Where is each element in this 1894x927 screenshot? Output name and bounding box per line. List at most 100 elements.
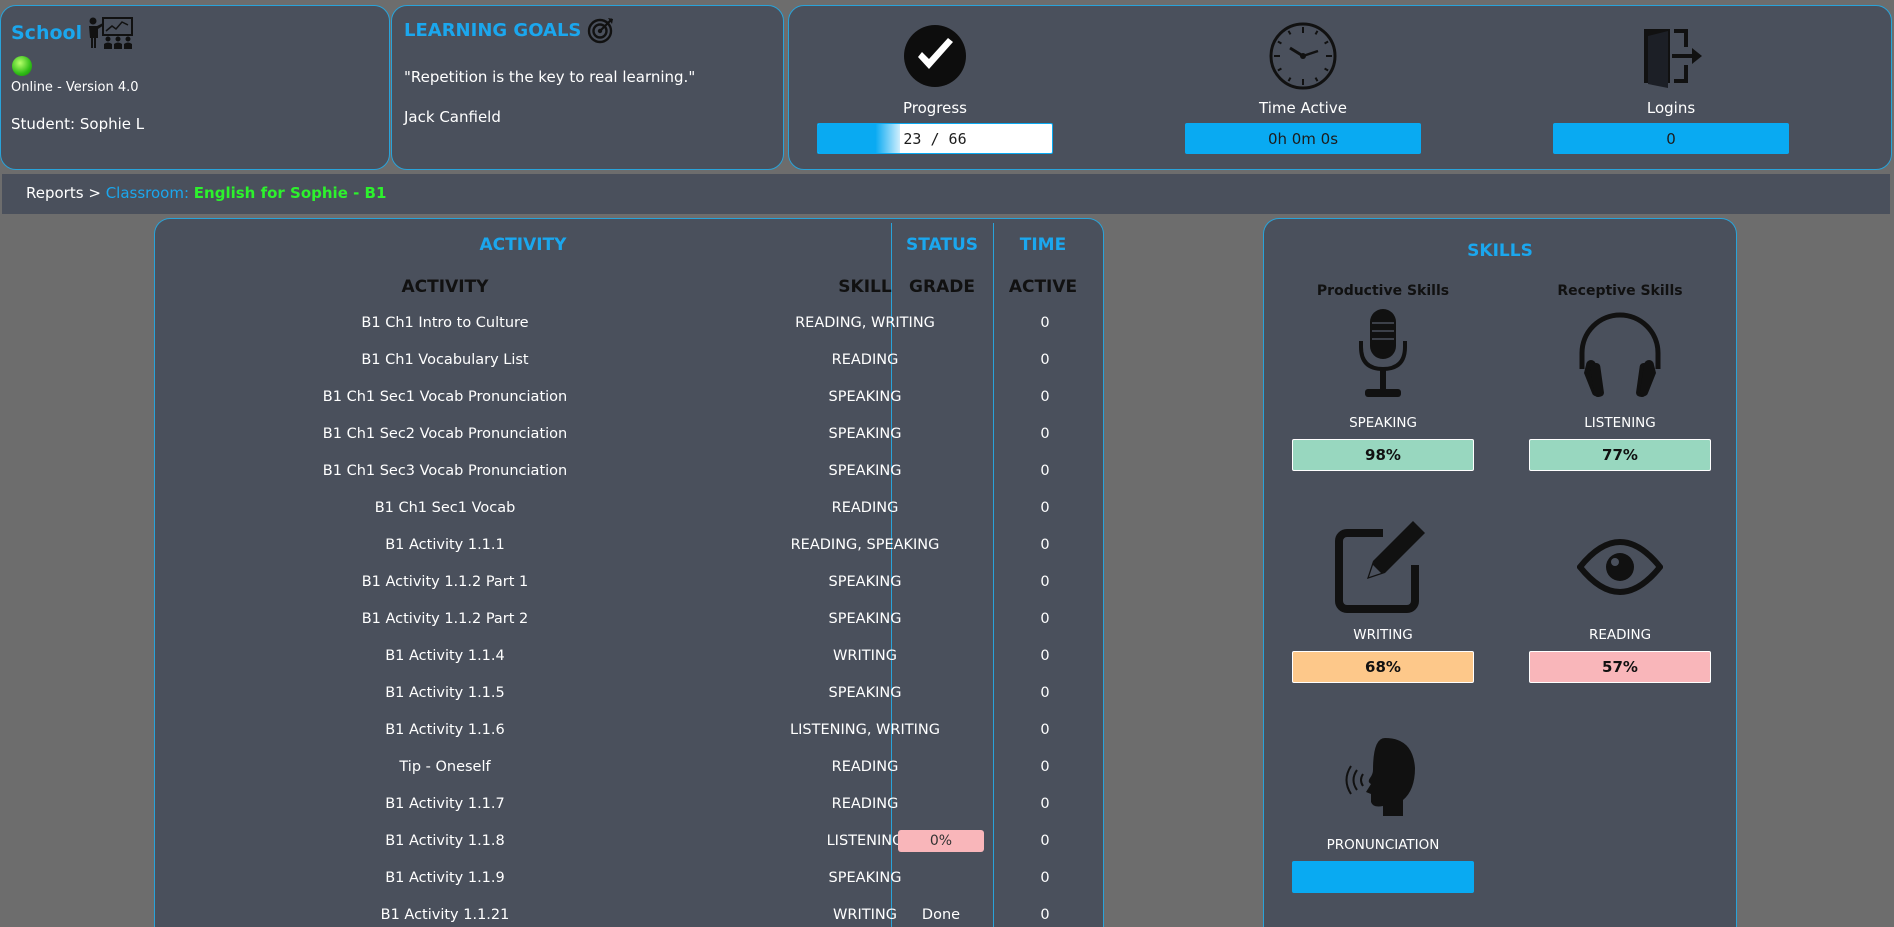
table-row: B1 Activity 1.1.1 READING, SPEAKING 0 (155, 529, 1103, 566)
activity-skill: READING (831, 352, 899, 368)
headphones-icon (1529, 307, 1711, 403)
activity-name[interactable]: B1 Activity 1.1.7 (155, 796, 735, 812)
time-active-label: Time Active (1259, 99, 1347, 117)
target-icon (588, 18, 614, 44)
skill-pronunciation: PRONUNCIATION (1292, 729, 1474, 893)
table-row: B1 Ch1 Intro to Culture READING, WRITING 0 (155, 307, 1103, 344)
skill-pronunciation-name: PRONUNCIATION (1326, 837, 1440, 853)
time-active-stat: Time Active 0h 0m 0s (1185, 21, 1421, 154)
learning-goals-title: LEARNING GOALS (404, 19, 582, 41)
activity-name[interactable]: B1 Activity 1.1.4 (155, 648, 735, 664)
progress-bar: 23 / 66 (817, 123, 1053, 154)
column-header-grade: GRADE (909, 277, 975, 297)
table-row: B1 Ch1 Sec3 Vocab Pronunciation SPEAKING 0 (155, 455, 1103, 492)
activity-name[interactable]: B1 Ch1 Vocabulary List (155, 352, 735, 368)
activity-time: 0 (1040, 389, 1050, 405)
logout-door-icon (1553, 21, 1789, 91)
skill-reading: READING 57% (1529, 519, 1711, 683)
activity-name[interactable]: B1 Activity 1.1.21 (155, 907, 735, 923)
activity-name[interactable]: B1 Ch1 Intro to Culture (155, 315, 735, 331)
table-row: B1 Ch1 Sec1 Vocab READING 0 (155, 492, 1103, 529)
activity-skill: SPEAKING (828, 611, 902, 627)
time-active-value: 0h 0m 0s (1267, 129, 1339, 148)
goal-quote: "Repetition is the key to real learning.… (404, 68, 696, 86)
activity-grade: 0% (891, 830, 991, 852)
receptive-skills-heading: Receptive Skills (1557, 283, 1683, 299)
time-section-title: TIME (1019, 235, 1067, 255)
activity-name[interactable]: B1 Activity 1.1.2 Part 1 (155, 574, 735, 590)
skill-pronunciation-bar (1292, 861, 1474, 893)
skill-writing: WRITING 68% (1292, 519, 1474, 683)
activity-time: 0 (1040, 648, 1050, 664)
progress-stat: Progress 23 / 66 (817, 21, 1053, 154)
logins-value: 0 (1666, 129, 1676, 148)
activity-name[interactable]: B1 Ch1 Sec3 Vocab Pronunciation (155, 463, 735, 479)
skill-reading-bar: 57% (1529, 651, 1711, 683)
productive-skills-heading: Productive Skills (1316, 283, 1450, 299)
activity-skill: LISTENING, WRITING (790, 722, 940, 738)
activity-time: 0 (1040, 537, 1050, 553)
table-row: Tip - Oneself READING 0 (155, 751, 1103, 788)
activity-name[interactable]: B1 Ch1 Sec1 Vocab Pronunciation (155, 389, 735, 405)
skill-speaking-bar: 98% (1292, 439, 1474, 471)
learning-goals-header: LEARNING GOALS (404, 16, 771, 44)
activity-name[interactable]: B1 Ch1 Sec2 Vocab Pronunciation (155, 426, 735, 442)
table-row: B1 Ch1 Sec2 Vocab Pronunciation SPEAKING 0 (155, 418, 1103, 455)
microphone-icon (1292, 307, 1474, 403)
activity-skill: READING, SPEAKING (790, 537, 940, 553)
activity-time: 0 (1040, 722, 1050, 738)
table-row: B1 Activity 1.1.4 WRITING 0 (155, 640, 1103, 677)
activity-time: 0 (1040, 500, 1050, 516)
table-row: B1 Activity 1.1.2 Part 2 SPEAKING 0 (155, 603, 1103, 640)
breadcrumb-separator: > (88, 184, 101, 202)
activity-skill: WRITING (833, 648, 897, 664)
activity-time: 0 (1040, 833, 1050, 849)
skills-title: SKILLS (1467, 241, 1533, 261)
activity-skill: READING (831, 796, 899, 812)
column-header-activity: ACTIVITY (401, 277, 489, 297)
speaking-head-icon (1292, 729, 1474, 825)
activity-name[interactable]: B1 Activity 1.1.9 (155, 870, 735, 886)
activity-name[interactable]: B1 Activity 1.1.2 Part 2 (155, 611, 735, 627)
teacher-classroom-icon (89, 17, 134, 49)
breadcrumb: Reports > Classroom: English for Sophie … (2, 174, 1890, 214)
table-row: B1 Ch1 Vocabulary List READING 0 (155, 344, 1103, 381)
activity-time: 0 (1040, 574, 1050, 590)
activity-time: 0 (1040, 352, 1050, 368)
activity-time: 0 (1040, 796, 1050, 812)
activity-name[interactable]: B1 Activity 1.1.5 (155, 685, 735, 701)
version-status: Online - Version 4.0 (11, 80, 139, 95)
progress-value: 23 / 66 (903, 129, 967, 148)
skill-listening-name: LISTENING (1584, 415, 1656, 431)
activity-skill: SPEAKING (828, 463, 902, 479)
progress-label: Progress (902, 99, 967, 117)
table-row: B1 Activity 1.1.9 SPEAKING 0 (155, 862, 1103, 899)
activity-time: 0 (1040, 759, 1050, 775)
activity-skill: SPEAKING (828, 685, 902, 701)
activity-name[interactable]: B1 Activity 1.1.8 (155, 833, 735, 849)
activity-name[interactable]: B1 Activity 1.1.6 (155, 722, 735, 738)
activity-time: 0 (1040, 685, 1050, 701)
activity-time: 0 (1040, 611, 1050, 627)
activity-table-body: B1 Ch1 Intro to Culture READING, WRITING 0… (155, 307, 1103, 927)
pencil-square-icon (1292, 519, 1474, 615)
activity-name[interactable]: Tip - Oneself (155, 759, 735, 775)
column-header-row: ACTIVITY SKILL GRADE ACTIVE (155, 277, 1103, 303)
activity-name[interactable]: B1 Ch1 Sec1 Vocab (155, 500, 735, 516)
activity-section-title: ACTIVITY (479, 235, 567, 255)
activity-time: 0 (1040, 463, 1050, 479)
activity-panel: ACTIVITY STATUS TIME ACTIVITY SKILL GRAD… (154, 218, 1104, 927)
activity-time: 0 (1040, 315, 1050, 331)
activity-time: 0 (1040, 870, 1050, 886)
logins-label: Logins (1646, 99, 1696, 117)
skill-writing-name: WRITING (1353, 627, 1413, 643)
breadcrumb-reports-link[interactable]: Reports (26, 184, 84, 202)
activity-skill: SPEAKING (828, 426, 902, 442)
activity-time: 0 (1040, 426, 1050, 442)
grade-badge: 0% (898, 830, 984, 852)
table-row: B1 Activity 1.1.8 LISTENING 0% 0 (155, 825, 1103, 862)
activity-name[interactable]: B1 Activity 1.1.1 (155, 537, 735, 553)
skill-speaking-name: SPEAKING (1349, 415, 1417, 431)
table-row: B1 Activity 1.1.2 Part 1 SPEAKING 0 (155, 566, 1103, 603)
time-active-bar: 0h 0m 0s (1185, 123, 1421, 154)
